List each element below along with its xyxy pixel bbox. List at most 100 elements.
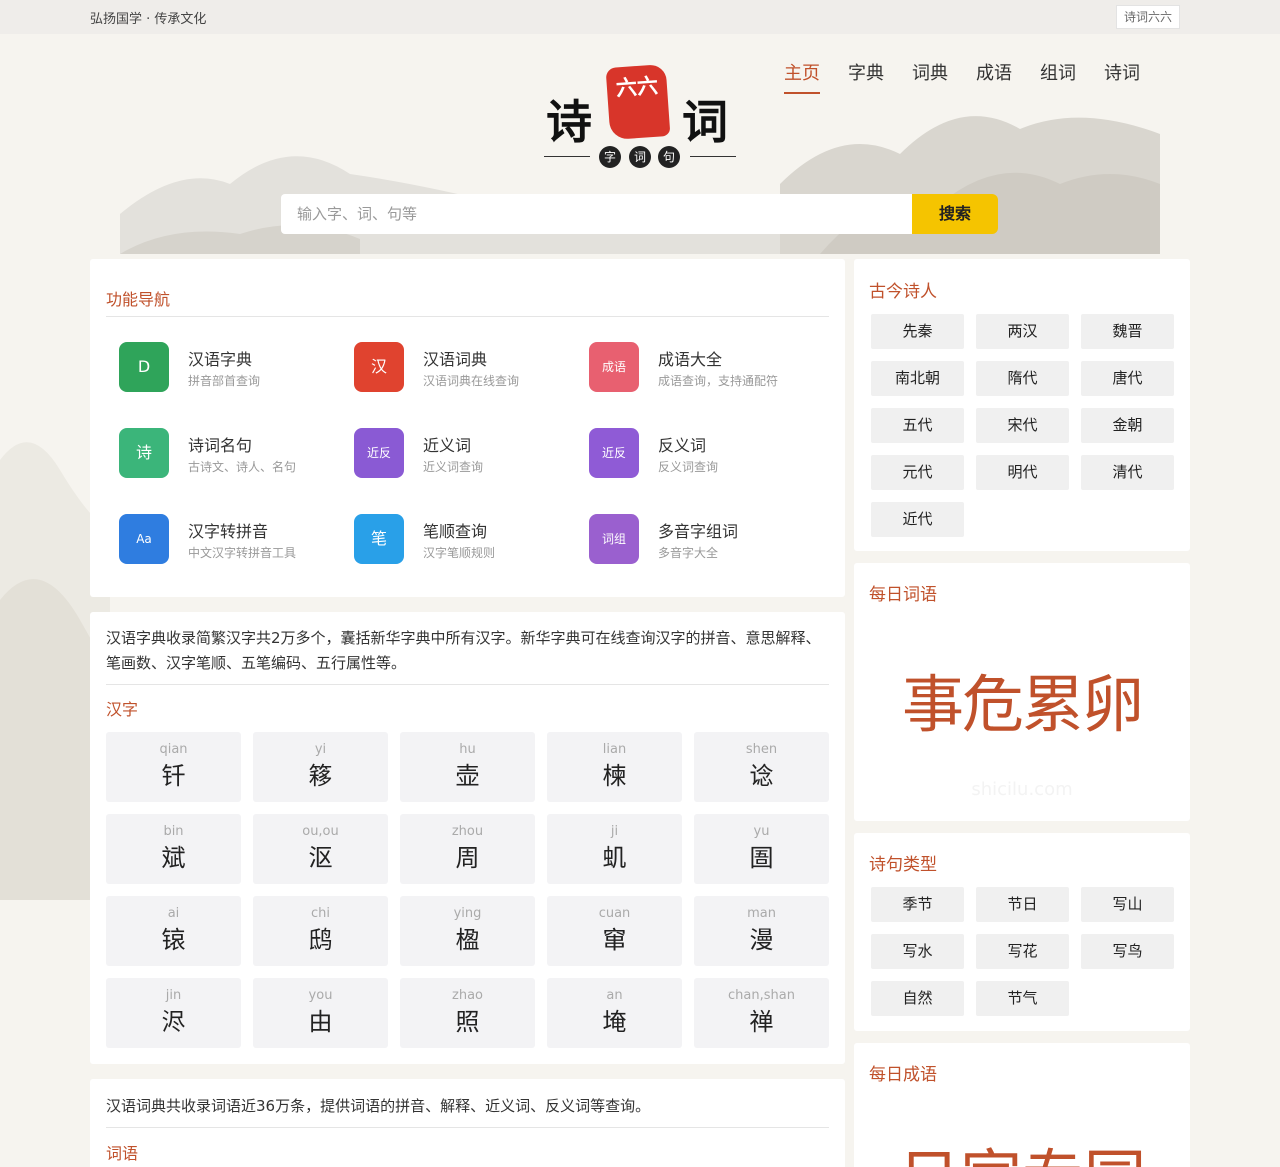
- function-item-name: 汉语词典: [423, 350, 488, 369]
- poet-era-tag[interactable]: 两汉: [976, 314, 1069, 349]
- poet-era-tag[interactable]: 金朝: [1081, 408, 1174, 443]
- hanzi-tile[interactable]: zhao 照: [400, 978, 535, 1048]
- han-book-icon: 汉: [354, 342, 404, 392]
- search-input[interactable]: 输入字、词、句等: [281, 194, 912, 234]
- logo-sub-char: 字: [599, 146, 621, 168]
- poet-era-list: 先秦 两汉 魏晋南北朝 隋代 唐代五代 宋代 金朝元代 明代 清代近代: [871, 314, 1174, 537]
- hanzi-char: 斌: [161, 844, 186, 872]
- poet-era-tag[interactable]: 唐代: [1081, 361, 1174, 396]
- hanzi-char: 埯: [602, 1008, 627, 1036]
- hanzi-char: 钎: [161, 762, 186, 790]
- function-item[interactable]: 诗诗词名句 古诗文、诗人、名句: [119, 428, 349, 488]
- hanzi-tile[interactable]: bin 斌: [106, 814, 241, 884]
- nav-home[interactable]: 主页: [784, 62, 820, 94]
- poem-types-card: 诗句类型 季节 节日 写山 写水 写花 写鸟 自然 节气: [854, 833, 1190, 1031]
- poem-type-tag[interactable]: 自然: [871, 981, 964, 1016]
- function-item[interactable]: 笔笔顺查询 汉字笔顺规则: [354, 514, 584, 574]
- hanzi-tile[interactable]: qian 钎: [106, 732, 241, 802]
- watermark: shicilu.com: [971, 779, 1073, 800]
- function-item[interactable]: D 汉语字典 拼音部首查询: [119, 342, 349, 402]
- logo-sub-char: 词: [629, 146, 651, 168]
- hanzi-tile[interactable]: lian 楝: [547, 732, 682, 802]
- poet-era-tag[interactable]: 宋代: [976, 408, 1069, 443]
- function-item[interactable]: 汉汉语词典汉语词典在线查询: [354, 342, 584, 402]
- logo-line-left: [544, 156, 590, 157]
- nav-cidian[interactable]: 词典: [912, 62, 948, 94]
- hanzi-tile[interactable]: ai 锿: [106, 896, 241, 966]
- logo-right-char: 词: [682, 95, 728, 149]
- search-bar: 输入字、词、句等 搜索: [281, 194, 998, 234]
- antonym-book-icon: 近反: [589, 428, 639, 478]
- search-button[interactable]: 搜索: [912, 194, 998, 234]
- hanzi-tile[interactable]: man 漫: [694, 896, 829, 966]
- poem-type-tag[interactable]: 节气: [976, 981, 1069, 1016]
- daily-idiom[interactable]: 日家专园: [854, 1139, 1190, 1167]
- hanzi-tile[interactable]: chan,shan 禅: [694, 978, 829, 1048]
- poet-era-tag[interactable]: 清代: [1081, 455, 1174, 490]
- function-item[interactable]: 词组 多音字组词 多音字大全: [589, 514, 819, 574]
- poet-era-tag[interactable]: 先秦: [871, 314, 964, 349]
- function-item-desc: 汉语词典在线查询: [423, 374, 520, 388]
- hanzi-pinyin: you: [308, 988, 333, 1003]
- function-item-name: 多音字组词: [658, 522, 739, 541]
- nav-zuci[interactable]: 组词: [1040, 62, 1076, 94]
- hanzi-char: 锿: [161, 926, 186, 954]
- divider: [106, 684, 829, 685]
- hanzi-pinyin: shen: [745, 742, 778, 757]
- hanzi-tile[interactable]: ou,ou 沤: [253, 814, 388, 884]
- poem-type-tag[interactable]: 写山: [1081, 887, 1174, 922]
- poem-type-tag[interactable]: 节日: [976, 887, 1069, 922]
- hanzi-char: 楝: [602, 762, 627, 790]
- hanzi-tile[interactable]: ji 虮: [547, 814, 682, 884]
- idiom-book-icon: 成语: [589, 342, 639, 392]
- hanzi-pinyin: ou,ou: [302, 824, 339, 839]
- hanzi-char: 窜: [602, 926, 627, 954]
- top-bar: 弘扬国学 · 传承文化 诗词六六: [0, 0, 1280, 34]
- hanzi-tile[interactable]: shen 谂: [694, 732, 829, 802]
- hanzi-tile[interactable]: zhou 周: [400, 814, 535, 884]
- nav-zidian[interactable]: 字典: [848, 62, 884, 94]
- daily-word[interactable]: 事危累卵: [854, 665, 1190, 745]
- hanzi-char: 由: [308, 1008, 333, 1036]
- cidian-card: 汉语词典共收录词语近36万条，提供词语的拼音、解释、近义词、反义词等查询。 词语: [90, 1079, 845, 1167]
- poet-era-tag[interactable]: 南北朝: [871, 361, 964, 396]
- site-logo[interactable]: 诗 六六 词 字 词 句: [544, 62, 736, 172]
- poem-type-tag[interactable]: 写花: [976, 934, 1069, 969]
- function-item[interactable]: 近反 近义词 近义词查询: [354, 428, 584, 488]
- poet-era-tag[interactable]: 明代: [976, 455, 1069, 490]
- hanzi-tile[interactable]: yu 圄: [694, 814, 829, 884]
- pinyin-icon: Aa: [119, 514, 169, 564]
- hanzi-tile[interactable]: chi 鸱: [253, 896, 388, 966]
- hanzi-char: 鸱: [308, 926, 333, 954]
- hanzi-char: 壶: [455, 762, 480, 790]
- cidian-intro: 汉语词典共收录词语近36万条，提供词语的拼音、解释、近义词、反义词等查询。: [106, 1097, 651, 1115]
- poem-type-tag[interactable]: 写水: [871, 934, 964, 969]
- hanzi-tile[interactable]: an 埯: [547, 978, 682, 1048]
- hanzi-tile[interactable]: cuan 窜: [547, 896, 682, 966]
- function-item[interactable]: 近反 反义词 反义词查询: [589, 428, 819, 488]
- function-item[interactable]: Aa 汉字转拼音 中文汉字转拼音工具: [119, 514, 349, 574]
- hanzi-tile[interactable]: hu 壶: [400, 732, 535, 802]
- function-item-name: 诗词名句: [188, 436, 253, 455]
- poem-type-tag[interactable]: 季节: [871, 887, 964, 922]
- hanzi-char: 漫: [749, 926, 774, 954]
- hanzi-pinyin: qian: [159, 742, 188, 757]
- poet-era-tag[interactable]: 五代: [871, 408, 964, 443]
- poem-type-tag[interactable]: 写鸟: [1081, 934, 1174, 969]
- nav-shici[interactable]: 诗词: [1104, 62, 1140, 94]
- hanzi-tile[interactable]: yi 簃: [253, 732, 388, 802]
- word-group-icon: 词组: [589, 514, 639, 564]
- hanzi-tile[interactable]: jin 浕: [106, 978, 241, 1048]
- hanzi-tile[interactable]: ying 楹: [400, 896, 535, 966]
- poet-era-tag[interactable]: 元代: [871, 455, 964, 490]
- logo-red-seal: 六六: [605, 63, 671, 141]
- function-item[interactable]: 成语 成语大全 成语查询，支持通配符: [589, 342, 819, 402]
- poet-era-tag[interactable]: 隋代: [976, 361, 1069, 396]
- hanzi-tile[interactable]: you 由: [253, 978, 388, 1048]
- nav-chengyu[interactable]: 成语: [976, 62, 1012, 94]
- hanzi-char: 圄: [749, 844, 774, 872]
- site-name-button[interactable]: 诗词六六: [1115, 5, 1180, 29]
- poet-era-tag[interactable]: 魏晋: [1081, 314, 1174, 349]
- poet-era-tag[interactable]: 近代: [871, 502, 964, 537]
- poets-card: 古今诗人 先秦 两汉 魏晋 南北朝 隋代 唐代 五代 宋代 金朝 元代 明代 清代 近代: [854, 259, 1190, 551]
